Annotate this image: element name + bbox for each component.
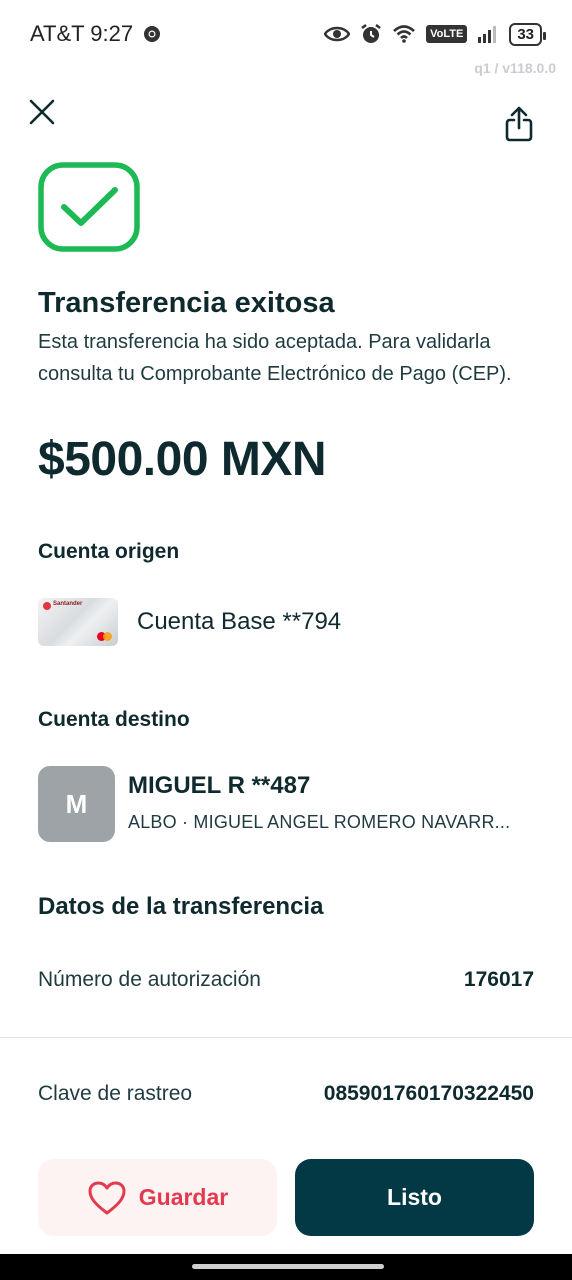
authorization-value: 176017 [463,968,534,991]
save-button-label: Guardar [138,1184,229,1210]
share-icon[interactable] [504,106,534,142]
done-button[interactable]: Listo [295,1159,534,1236]
home-gesture-handle[interactable] [192,1264,384,1269]
battery-indicator: 33 [509,22,546,46]
destination-section-label: Cuenta destino [38,708,190,731]
check-icon [38,162,140,252]
status-left: AT&T 9:27 [30,21,161,47]
wifi-icon [393,25,415,43]
authorization-label: Número de autorización [38,968,261,991]
signal-icon [478,26,497,43]
alarm-icon [361,24,381,43]
origin-section-label: Cuenta origen [38,540,180,563]
save-button[interactable]: Guardar [38,1159,277,1236]
tracking-row: Clave de rastreo 085901760170322450 [38,1082,534,1106]
origin-account-name: Cuenta Base **794 [137,608,342,635]
eye-icon [324,26,351,42]
destination-name: MIGUEL R **487 [128,772,311,799]
status-right: VoLTE 33 [324,22,546,46]
status-bar: AT&T 9:27 VoLTE 33 [0,0,572,68]
authorization-row: Número de autorización 176017 [38,968,534,992]
divider [0,1037,572,1038]
carrier-time: AT&T 9:27 [30,21,134,46]
transfer-amount: $500.00 MXN [38,433,327,486]
close-icon[interactable] [26,96,58,128]
done-button-label: Listo [387,1184,442,1210]
card-bank-text: Santander [53,601,83,607]
destination-detail: ALBO · MIGUEL ANGEL ROMERO NAVARR... [128,812,511,832]
tracking-label: Clave de rastreo [38,1082,193,1105]
card-image: Santander [38,598,118,646]
result-description: Esta transferencia ha sido aceptada. Par… [38,331,512,385]
chrome-icon [144,26,161,42]
tracking-value: 085901760170322450 [323,1082,534,1105]
volte-badge: VoLTE [426,25,468,43]
avatar: M [38,766,115,842]
page-title: Transferencia exitosa [38,287,335,319]
transfer-data-label: Datos de la transferencia [38,893,324,920]
heart-icon [88,1181,126,1214]
bank-logo-icon [43,602,51,610]
version-label: q1 / v118.0.0 [474,60,556,76]
